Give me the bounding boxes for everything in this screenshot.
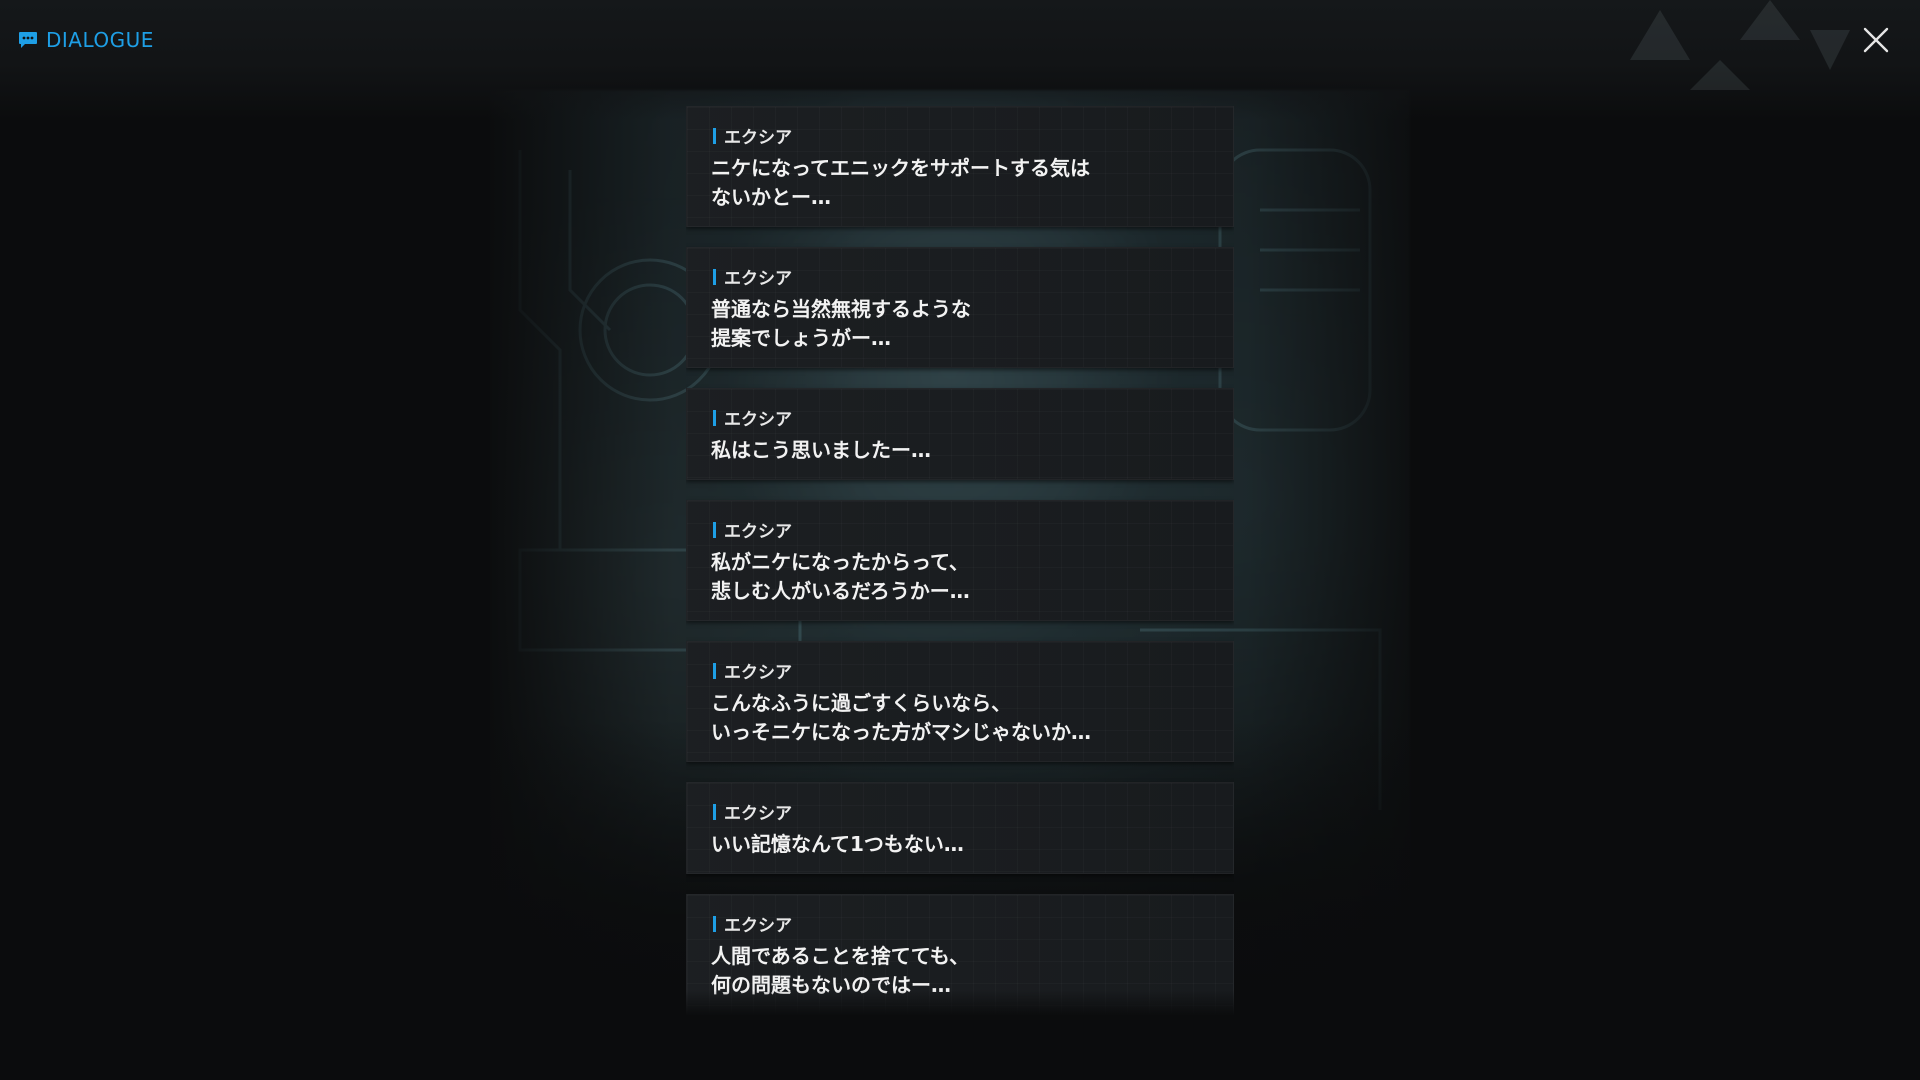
speaker-name: エクシア bbox=[724, 916, 792, 936]
speaker-marker bbox=[713, 409, 716, 426]
dialogue-entry: エクシア こんなふうに過ごすくらいなら、 いっそニケになった方がマシじゃないか… bbox=[686, 641, 1234, 762]
close-icon[interactable] bbox=[1860, 24, 1892, 56]
speaker-marker bbox=[713, 915, 716, 932]
speaker-name: エクシア bbox=[724, 269, 792, 289]
dialogue-text: ニケになってエニックをサポートする気は ないかとー… bbox=[711, 156, 1090, 209]
dialogue-text: 私がニケになったからって、 悲しむ人がいるだろうかー… bbox=[711, 550, 970, 603]
corner-decoration bbox=[1630, 0, 1850, 90]
speaker-marker bbox=[713, 127, 716, 144]
chat-bubble-icon bbox=[19, 32, 37, 48]
list-bottom-fade bbox=[686, 990, 1234, 1016]
speaker-name: エクシア bbox=[724, 804, 792, 824]
speaker-row: エクシア bbox=[713, 264, 792, 289]
speaker-row: エクシア bbox=[713, 911, 792, 936]
speaker-name: エクシア bbox=[724, 128, 792, 148]
speaker-row: エクシア bbox=[713, 123, 792, 148]
speaker-marker bbox=[713, 521, 716, 538]
dialogue-entry: エクシア 私がニケになったからって、 悲しむ人がいるだろうかー… bbox=[686, 500, 1234, 621]
dialogue-text: 普通なら当然無視するような 提案でしょうがー… bbox=[711, 297, 971, 350]
dialogue-log-screen: DIALOGUE エクシア ニケになってエニックをサポートする気は ないかとー…… bbox=[0, 0, 1920, 1080]
speaker-row: エクシア bbox=[713, 799, 792, 824]
speaker-row: エクシア bbox=[713, 517, 792, 542]
dialogue-entry: エクシア 普通なら当然無視するような 提案でしょうがー… bbox=[686, 247, 1234, 368]
screen-title-text: DIALOGUE bbox=[46, 28, 154, 52]
dialogue-list[interactable]: エクシア ニケになってエニックをサポートする気は ないかとー… エクシア 普通な… bbox=[686, 106, 1234, 1016]
speaker-name: エクシア bbox=[724, 522, 792, 542]
top-bar: DIALOGUE bbox=[0, 0, 1920, 120]
speaker-marker bbox=[713, 803, 716, 820]
speaker-row: エクシア bbox=[713, 405, 792, 430]
dialogue-entry: エクシア いい記憶なんて1つもない… bbox=[686, 782, 1234, 874]
screen-title: DIALOGUE bbox=[18, 28, 154, 52]
dialogue-entry: エクシア 私はこう思いましたー… bbox=[686, 388, 1234, 480]
dialogue-entry: エクシア ニケになってエニックをサポートする気は ないかとー… bbox=[686, 106, 1234, 227]
dialogue-text: 私はこう思いましたー… bbox=[711, 438, 931, 462]
dialogue-text: こんなふうに過ごすくらいなら、 いっそニケになった方がマシじゃないか… bbox=[711, 691, 1091, 744]
speaker-name: エクシア bbox=[724, 663, 792, 683]
dialogue-text: いい記憶なんて1つもない… bbox=[711, 832, 964, 856]
speaker-marker bbox=[713, 662, 716, 679]
speaker-marker bbox=[713, 268, 716, 285]
speaker-name: エクシア bbox=[724, 410, 792, 430]
speaker-row: エクシア bbox=[713, 658, 792, 683]
